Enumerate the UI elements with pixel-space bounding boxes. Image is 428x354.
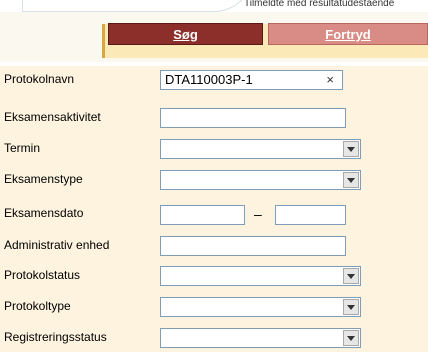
protokolnavn-label: Protokolnavn xyxy=(4,72,75,86)
search-button-label: Søg xyxy=(173,27,198,42)
top-strip: Tilmeldte med resultatudestående xyxy=(0,0,428,12)
cancel-button-label: Fortryd xyxy=(325,27,371,42)
row-termin: Termin xyxy=(0,139,428,165)
protokolstatus-label: Protokolstatus xyxy=(4,268,81,282)
row-eksamensdato: Eksamensdato – xyxy=(0,204,428,230)
eksamenstype-select[interactable] xyxy=(160,170,361,190)
close-icon[interactable]: × xyxy=(326,71,334,89)
eksamensdato-label: Eksamensdato xyxy=(4,206,84,220)
chevron-down-icon[interactable] xyxy=(343,268,359,284)
protokolnavn-value: DTA110003P-1 xyxy=(165,72,253,87)
row-eksamensaktivitet: Eksamensaktivitet xyxy=(0,108,428,134)
termin-label: Termin xyxy=(4,141,41,155)
row-protokoltype: Protokoltype xyxy=(0,297,428,323)
row-protokolstatus: Protokolstatus xyxy=(0,266,428,292)
option-tilmeldte-resultat-label: Tilmeldte med resultatudestående xyxy=(244,0,395,9)
chevron-down-icon[interactable] xyxy=(343,299,359,315)
row-administrativ-enhed: Administrativ enhed xyxy=(0,236,428,262)
option-tilmeldte-resultat[interactable]: Tilmeldte med resultatudestående xyxy=(244,0,394,9)
search-button[interactable]: Søg xyxy=(108,23,263,45)
eksamensdato-to-input[interactable] xyxy=(275,205,346,225)
toolbar: Søg Fortryd xyxy=(0,12,428,62)
decorative-curve xyxy=(22,0,254,12)
row-registreringsstatus: Registreringsstatus xyxy=(0,328,428,354)
registreringsstatus-select[interactable] xyxy=(160,328,361,348)
protokolstatus-select[interactable] xyxy=(160,266,361,286)
eksamensdato-from-input[interactable] xyxy=(160,205,245,225)
administrativ-enhed-input[interactable] xyxy=(160,236,346,256)
termin-select[interactable] xyxy=(160,139,361,159)
chevron-down-icon[interactable] xyxy=(343,141,359,157)
chevron-down-icon[interactable] xyxy=(343,330,359,346)
cancel-button[interactable]: Fortryd xyxy=(268,23,428,45)
row-eksamenstype: Eksamenstype xyxy=(0,170,428,196)
eksamensaktivitet-label: Eksamensaktivitet xyxy=(4,110,101,124)
protokolnavn-input[interactable]: DTA110003P-1 × xyxy=(160,70,343,90)
date-range-separator: – xyxy=(254,206,262,222)
search-form: Protokolnavn DTA110003P-1 × Eksamensakti… xyxy=(0,66,428,352)
eksamenstype-label: Eksamenstype xyxy=(4,172,83,186)
chevron-down-icon[interactable] xyxy=(343,172,359,188)
administrativ-enhed-label: Administrativ enhed xyxy=(4,238,110,252)
row-protokolnavn: Protokolnavn DTA110003P-1 × xyxy=(0,70,428,96)
registreringsstatus-label: Registreringsstatus xyxy=(4,330,107,344)
eksamensaktivitet-input[interactable] xyxy=(160,108,346,128)
protokoltype-label: Protokoltype xyxy=(4,299,71,313)
protokoltype-select[interactable] xyxy=(160,297,361,317)
